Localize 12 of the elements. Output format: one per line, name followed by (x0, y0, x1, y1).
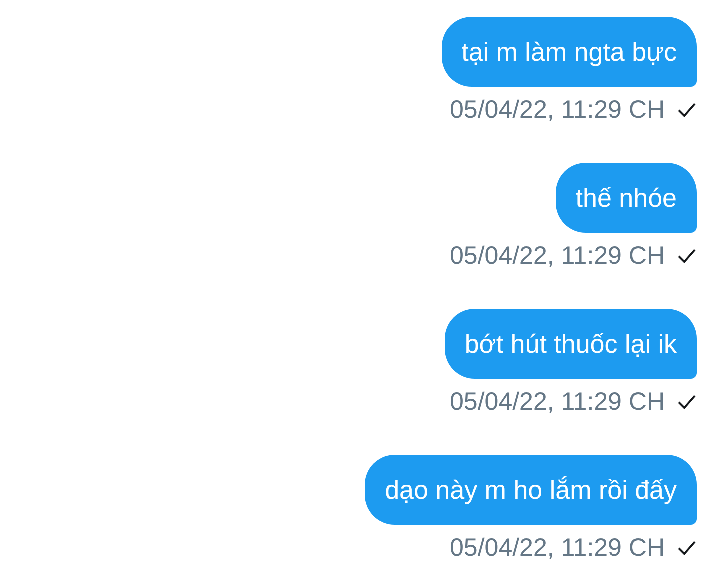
message-bubble: thế nhóe (556, 163, 697, 233)
message-timestamp: 05/04/22, 11:29 CH (450, 533, 665, 563)
check-icon (677, 540, 697, 556)
message-bubble: dạo này m ho lắm rồi đấy (365, 455, 697, 525)
message-bubble: bớt hút thuốc lại ik (444, 309, 697, 379)
check-icon (677, 394, 697, 410)
check-icon (677, 102, 697, 118)
message-timestamp: 05/04/22, 11:29 CH (450, 387, 665, 417)
message-bubble: tại m làm ngta bực (442, 17, 697, 87)
check-icon (677, 248, 697, 264)
message-timestamp: 05/04/22, 11:29 CH (450, 241, 665, 271)
message-timestamp: 05/04/22, 11:29 CH (450, 95, 665, 125)
